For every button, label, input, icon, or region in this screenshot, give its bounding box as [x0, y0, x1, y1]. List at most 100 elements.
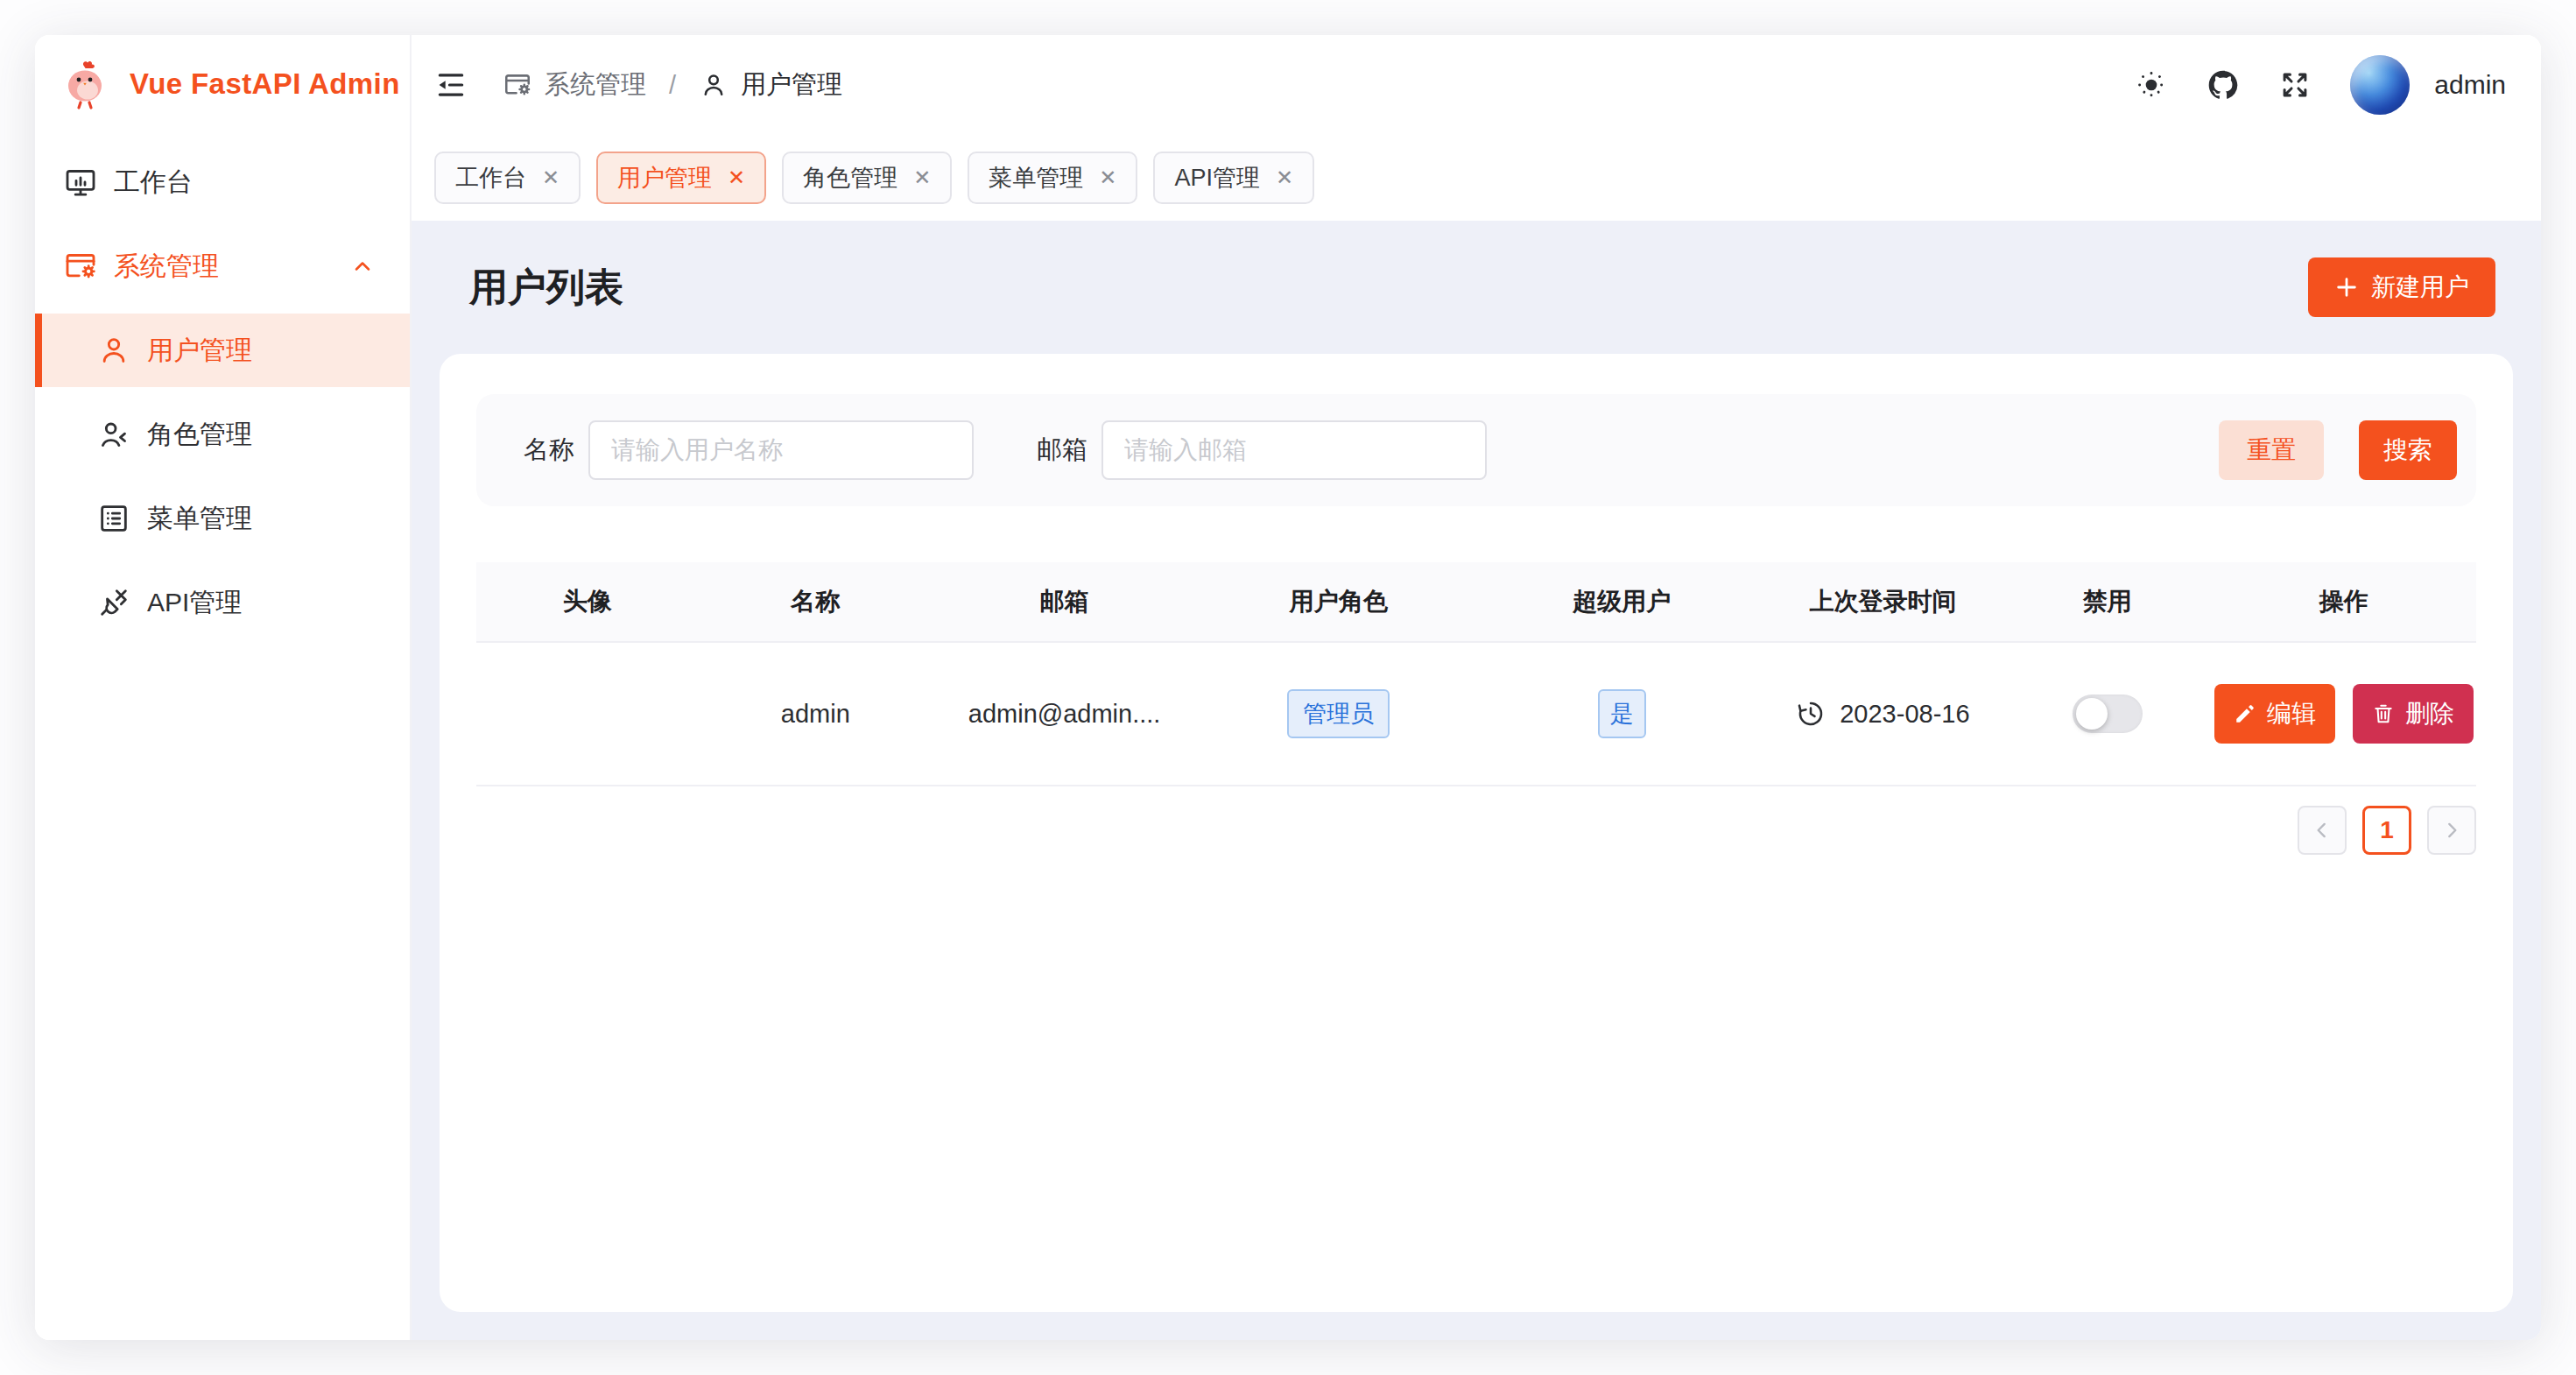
theme-toggle-icon[interactable]	[2135, 68, 2168, 102]
edit-label: 编辑	[2267, 697, 2316, 730]
app-title: Vue FastAPI Admin	[130, 67, 400, 101]
tab-label: 菜单管理	[989, 162, 1083, 194]
close-icon[interactable]: ✕	[1099, 167, 1116, 188]
clock-icon	[1796, 699, 1826, 729]
app-shell: Vue FastAPI Admin 工作台	[35, 35, 2541, 1340]
reset-button[interactable]: 重置	[2219, 420, 2324, 480]
email-input[interactable]	[1101, 420, 1487, 480]
sidebar-item-label: 用户管理	[147, 333, 252, 369]
col-actions: 操作	[2212, 585, 2476, 618]
table-row: admin admin@admin.... 管理员 是	[476, 643, 2476, 786]
next-page-button[interactable]	[2427, 806, 2476, 855]
tab-user-management[interactable]: 用户管理 ✕	[596, 152, 766, 204]
tab-role-management[interactable]: 角色管理 ✕	[782, 152, 952, 204]
new-user-label: 新建用户	[2371, 271, 2469, 304]
pagination: 1	[476, 806, 2476, 855]
user-icon	[699, 70, 728, 100]
close-icon[interactable]: ✕	[728, 167, 745, 188]
col-name: 名称	[699, 585, 932, 618]
prev-page-button[interactable]	[2298, 806, 2347, 855]
content: 用户列表 新建用户 名称 邮箱 重置	[412, 221, 2541, 1340]
chevron-right-icon	[2440, 819, 2463, 842]
search-button[interactable]: 搜索	[2359, 420, 2457, 480]
col-disabled: 禁用	[2003, 585, 2212, 618]
page: Vue FastAPI Admin 工作台	[0, 0, 2576, 1375]
breadcrumb: 系统管理 / 用户管理	[503, 67, 842, 102]
close-icon[interactable]: ✕	[913, 167, 931, 188]
tabbar: 工作台 ✕ 用户管理 ✕ 角色管理 ✕ 菜单管理 ✕ API管理 ✕	[412, 135, 2541, 221]
breadcrumb-user[interactable]: 用户管理	[699, 67, 842, 102]
github-icon[interactable]	[2206, 68, 2240, 102]
avatar[interactable]	[2350, 55, 2410, 115]
close-icon[interactable]: ✕	[542, 167, 560, 188]
breadcrumb-separator: /	[669, 71, 676, 100]
sidebar-item-user-management[interactable]: 用户管理	[35, 314, 410, 387]
sidebar: Vue FastAPI Admin 工作台	[35, 35, 412, 1340]
role-icon	[96, 417, 131, 452]
cell-name: admin	[699, 700, 932, 729]
col-superuser: 超级用户	[1481, 585, 1763, 618]
search-label: 搜索	[2383, 434, 2432, 467]
disabled-toggle[interactable]	[2073, 695, 2143, 733]
sidebar-item-label: 菜单管理	[147, 501, 252, 537]
superuser-tag: 是	[1598, 689, 1646, 738]
cell-role: 管理员	[1197, 689, 1481, 738]
tab-label: 角色管理	[803, 162, 897, 194]
sidebar-item-api-management[interactable]: API管理	[35, 566, 410, 639]
col-last-login: 上次登录时间	[1763, 585, 2002, 618]
page-title: 用户列表	[469, 262, 623, 314]
chicken-logo-icon	[60, 58, 112, 110]
new-user-button[interactable]: 新建用户	[2308, 257, 2495, 317]
tab-workbench[interactable]: 工作台 ✕	[434, 152, 581, 204]
username[interactable]: admin	[2434, 70, 2506, 100]
cell-actions: 编辑 删除	[2212, 684, 2476, 744]
collapse-sidebar-icon[interactable]	[434, 68, 468, 102]
cell-last-login: 2023-08-16	[1763, 699, 2002, 729]
name-label: 名称	[524, 433, 574, 468]
reset-label: 重置	[2247, 434, 2296, 467]
sidebar-item-menu-management[interactable]: 菜单管理	[35, 482, 410, 555]
email-label: 邮箱	[1037, 433, 1087, 468]
sidebar-item-role-management[interactable]: 角色管理	[35, 398, 410, 471]
tab-menu-management[interactable]: 菜单管理 ✕	[968, 152, 1137, 204]
current-page-button[interactable]: 1	[2362, 806, 2411, 855]
close-icon[interactable]: ✕	[1276, 167, 1293, 188]
chevron-left-icon	[2311, 819, 2333, 842]
col-role: 用户角色	[1197, 585, 1481, 618]
tab-label: API管理	[1174, 162, 1260, 194]
fullscreen-icon[interactable]	[2278, 68, 2312, 102]
chevron-up-icon	[350, 254, 375, 279]
menu-icon	[96, 501, 131, 536]
sidebar-item-label: 工作台	[114, 165, 193, 201]
system-icon	[503, 70, 532, 100]
breadcrumb-label: 用户管理	[741, 67, 842, 102]
pencil-icon	[2234, 702, 2256, 725]
col-avatar: 头像	[476, 585, 699, 618]
trash-icon	[2372, 702, 2395, 725]
api-icon	[96, 585, 131, 620]
cell-disabled	[2003, 695, 2212, 733]
user-icon	[96, 333, 131, 368]
sidebar-item-workbench[interactable]: 工作台	[35, 145, 410, 219]
tab-api-management[interactable]: API管理 ✕	[1153, 152, 1314, 204]
table-header: 头像 名称 邮箱 用户角色 超级用户 上次登录时间 禁用 操作	[476, 562, 2476, 643]
col-email: 邮箱	[933, 585, 1197, 618]
role-tag: 管理员	[1287, 689, 1390, 738]
breadcrumb-label: 系统管理	[545, 67, 646, 102]
delete-button[interactable]: 删除	[2353, 684, 2474, 744]
delete-label: 删除	[2405, 697, 2454, 730]
plus-icon	[2334, 275, 2359, 300]
name-input[interactable]	[588, 420, 974, 480]
sidebar-menu: 工作台 系统管理 用户	[35, 140, 410, 645]
logo[interactable]: Vue FastAPI Admin	[35, 35, 410, 119]
tab-label: 工作台	[455, 162, 526, 194]
user-table: 头像 名称 邮箱 用户角色 超级用户 上次登录时间 禁用 操作 admin	[476, 562, 2476, 786]
edit-button[interactable]: 编辑	[2214, 684, 2335, 744]
sidebar-item-label: 角色管理	[147, 417, 252, 453]
cell-email: admin@admin....	[933, 700, 1197, 729]
sidebar-item-label: API管理	[147, 585, 242, 621]
cell-superuser: 是	[1481, 689, 1763, 738]
sidebar-item-system[interactable]: 系统管理	[35, 229, 410, 303]
main-area: 系统管理 / 用户管理	[412, 35, 2541, 1340]
breadcrumb-system[interactable]: 系统管理	[503, 67, 646, 102]
